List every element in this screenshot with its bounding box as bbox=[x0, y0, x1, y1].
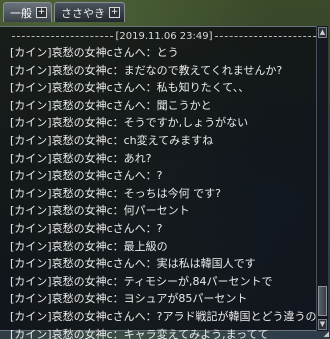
tab-general[interactable]: 一般 + bbox=[3, 2, 52, 22]
date-separator-line-right bbox=[214, 35, 316, 37]
chat-message: [カイン]哀愁の女神cさんへ：?アラド戦記が韓国とどう違うのか bbox=[10, 309, 316, 323]
chat-message: [カイン]哀愁の女神c：最上級の bbox=[10, 239, 168, 253]
chat-message: [カイン]哀愁の女神c：まだなので教えてくれませんか? bbox=[10, 63, 283, 77]
tab-whisper[interactable]: ささやき + bbox=[54, 2, 125, 22]
chat-messages: [カイン]哀愁の女神cさんへ：とう [カイン]哀愁の女神c：まだなので教えてくれま… bbox=[0, 44, 316, 339]
chat-message: [カイン]哀愁の女神c：ch変えてみますね bbox=[10, 133, 214, 147]
chat-message: [カイン]哀愁の女神cさんへ：実は私は韓国人です bbox=[10, 257, 256, 271]
chat-log[interactable]: [2019.11.06 23:49] [カイン]哀愁の女神cさんへ：とう [カイン… bbox=[0, 26, 316, 339]
scroll-thumb[interactable] bbox=[318, 286, 327, 316]
tab-whisper-plus-icon[interactable]: + bbox=[109, 7, 120, 18]
chat-message: [カイン]哀愁の女神cさんへ：聞こうかと bbox=[10, 98, 212, 112]
chat-message: [カイン]哀愁の女神c：何パーセント bbox=[10, 204, 190, 218]
chat-message: [カイン]哀愁の女神c：ヨシュアが85パーセント bbox=[10, 292, 248, 306]
scroll-up-icon[interactable]: ▲ bbox=[318, 27, 327, 38]
tab-general-plus-icon[interactable]: + bbox=[36, 7, 47, 18]
tab-general-label: 一般 bbox=[10, 6, 32, 20]
resize-grip-icon[interactable]: ◢ bbox=[319, 331, 329, 338]
date-stamp: [2019.11.06 23:49] bbox=[115, 30, 213, 42]
chat-message: [カイン]哀愁の女神c：そうですか,しょうがない bbox=[10, 116, 249, 130]
chat-message: [カイン]哀愁の女神cさんへ：? bbox=[10, 221, 163, 235]
chat-message: [カイン]哀愁の女神c：あれ? bbox=[10, 151, 152, 165]
chat-message: [カイン]哀愁の女神c：キャラ変えてみよう,まってて bbox=[10, 327, 269, 339]
date-separator-line-left bbox=[12, 35, 114, 37]
scroll-down-icon[interactable]: ▼ bbox=[318, 319, 327, 330]
chat-message: [カイン]哀愁の女神cさんへ：私も知りたくて、、 bbox=[10, 81, 250, 95]
chat-message: [カイン]哀愁の女神c：そっちは今何 です? bbox=[10, 186, 221, 200]
chat-window: 一般 + ささやき + [2019.11.06 23:49] [カイン]哀愁の女… bbox=[0, 0, 330, 339]
chat-message: [カイン]哀愁の女神cさんへ：? bbox=[10, 169, 163, 183]
tab-whisper-label: ささやき bbox=[61, 6, 105, 20]
chat-message: [カイン]哀愁の女神c：ティモシーが,84パーセントで bbox=[10, 274, 273, 288]
chat-message: [カイン]哀愁の女神cさんへ：とう bbox=[10, 46, 179, 59]
chat-scrollbar[interactable]: ▲ ▼ bbox=[316, 26, 328, 331]
date-separator: [2019.11.06 23:49] bbox=[12, 29, 316, 43]
chat-tab-bar: 一般 + ささやき + bbox=[3, 2, 125, 24]
